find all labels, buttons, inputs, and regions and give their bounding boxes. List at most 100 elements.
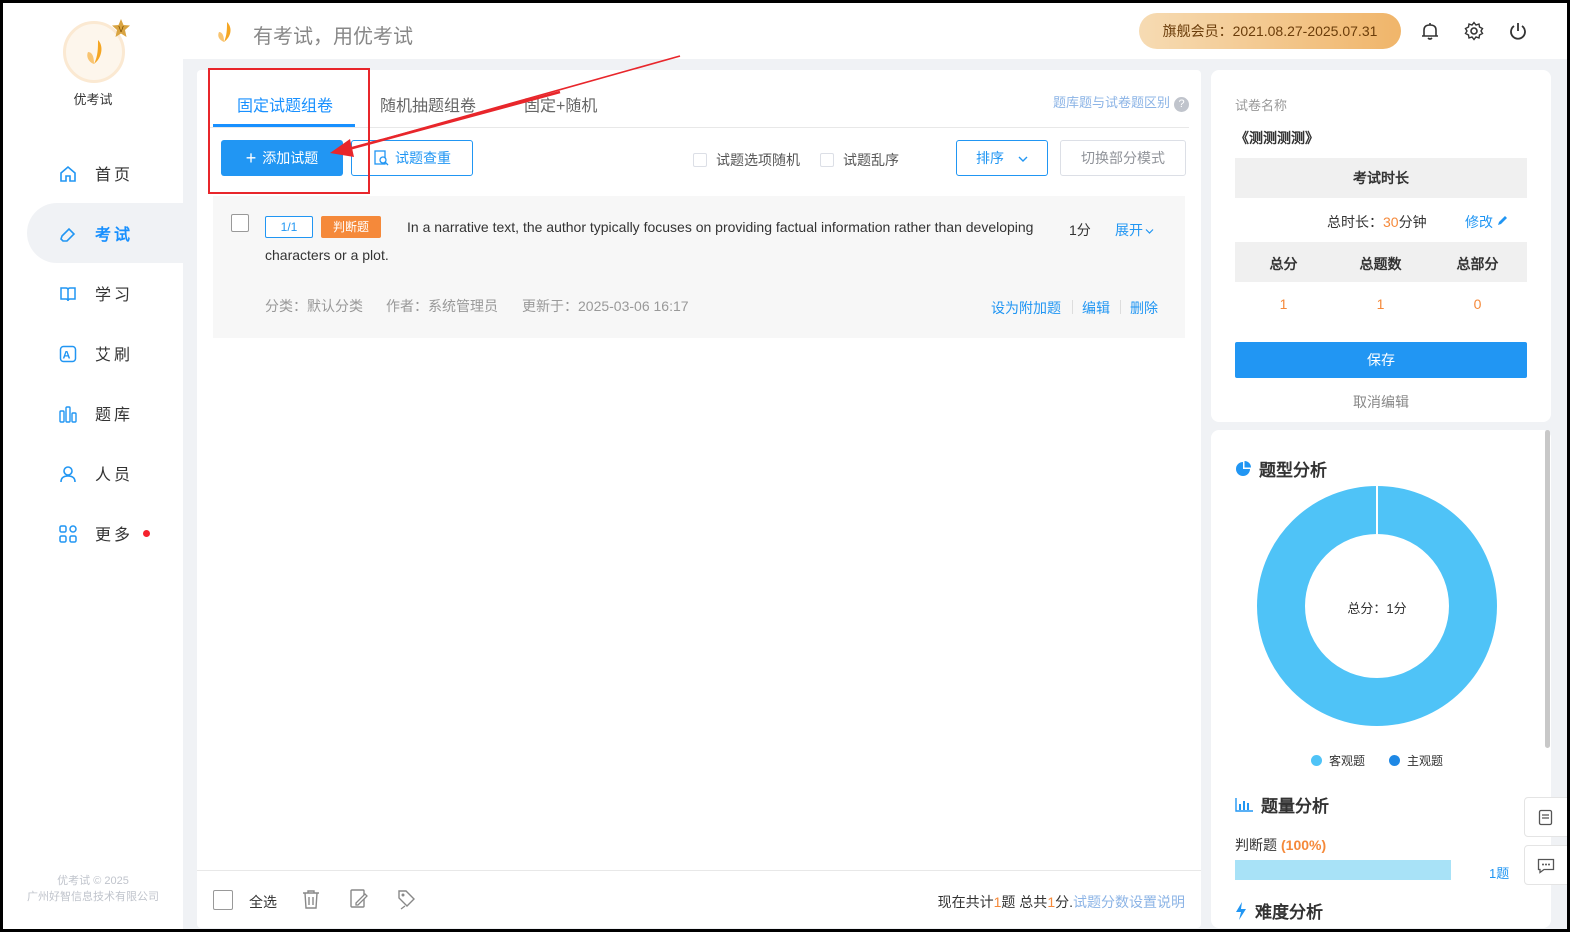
copyright-company: 广州好智信息技术有限公司 <box>27 891 159 903</box>
nav-label: 题库 <box>95 407 134 424</box>
save-button[interactable]: 保存 <box>1235 342 1527 378</box>
header-slogan: 有考试，用优考试 <box>253 26 413 48</box>
eraser-icon <box>60 227 76 242</box>
nav-label: 首页 <box>95 167 134 184</box>
notification-dot <box>143 529 151 537</box>
leaf-logo-icon <box>218 22 231 42</box>
select-all-label: 全选 <box>249 894 277 910</box>
question-author: 作者：系统管理员 <box>386 298 498 314</box>
checkbox[interactable] <box>820 153 834 167</box>
stat-label: 总题数 <box>1359 256 1402 272</box>
analysis-scrollbar[interactable] <box>1545 430 1550 748</box>
edit-document-icon[interactable] <box>348 888 370 910</box>
top-header: 有考试，用优考试 旗舰会员：2021.08.27-2025.07.31 <box>183 3 1567 59</box>
document-search-icon <box>374 150 389 166</box>
switch-part-mode-button[interactable]: 切换部分模式 <box>1060 140 1186 176</box>
legend-objective: 客观题 <box>1311 752 1365 769</box>
nav-item-home[interactable]: 首页 <box>3 143 183 203</box>
option-random-checkbox[interactable]: 试题选项随机 <box>693 150 800 170</box>
nav-label: 学习 <box>95 287 134 304</box>
pie-chart-icon <box>1236 460 1251 476</box>
legend-label: 客观题 <box>1329 754 1366 768</box>
duration-minutes: 30 <box>1383 214 1399 230</box>
paper-info-panel: 试卷名称 《测测测测》 考试时长 总时长：30分钟 修改 总分 总题数 总部分 … <box>1211 70 1551 422</box>
edit-duration-button[interactable]: 修改 <box>1465 212 1508 232</box>
summary-mid: 题 总共 <box>1001 894 1048 910</box>
nav-item-personnel[interactable]: 人员 <box>3 443 183 503</box>
edit-question-button[interactable]: 编辑 <box>1082 298 1110 318</box>
question-summary: 现在共计1题 总共1分.试题分数设置说明 <box>938 892 1185 912</box>
select-all-checkbox[interactable] <box>213 890 233 910</box>
nav-item-question-bank[interactable]: 题库 <box>3 383 183 443</box>
pencil-icon <box>1498 216 1507 225</box>
trash-icon[interactable] <box>300 888 322 910</box>
paper-name-label: 试卷名称 <box>1235 98 1288 113</box>
nav-item-exam[interactable]: 考试 <box>27 203 183 263</box>
sidebar: V 优考试 首页 考试 学习 A 艾刷 题库 人员 更多 优考试 © 2025 … <box>3 3 183 929</box>
svg-text:V: V <box>118 25 124 34</box>
gear-icon[interactable] <box>1464 21 1484 41</box>
main-panel: 固定试题组卷 随机抽题组卷 固定+随机 题库题与试卷题区别? + 添加试题 试题查… <box>197 70 1201 928</box>
membership-badge[interactable]: 旗舰会员：2021.08.27-2025.07.31 <box>1139 13 1401 49</box>
stat-label: 总部分 <box>1456 256 1499 272</box>
legend-subjective: 主观题 <box>1389 752 1443 769</box>
app-logo[interactable]: V <box>63 19 130 83</box>
divider <box>1072 300 1073 314</box>
cancel-edit-button[interactable]: 取消编辑 <box>1211 392 1551 412</box>
checkbox[interactable] <box>693 153 707 167</box>
legend-dot <box>1311 755 1322 766</box>
annotation-highlight-box <box>208 68 370 194</box>
donut-center-label: 总分：1分 <box>1347 601 1407 616</box>
chat-icon <box>1537 858 1555 874</box>
lightning-icon <box>1236 901 1246 920</box>
stat-label: 总分 <box>1269 256 1298 272</box>
judge-count: 1题 <box>1489 866 1510 881</box>
nav-item-more[interactable]: 更多 <box>3 503 183 563</box>
nav-item-study[interactable]: 学习 <box>3 263 183 323</box>
divider <box>1120 300 1121 314</box>
score-help-link[interactable]: 试题分数设置说明 <box>1073 894 1185 910</box>
delete-question-button[interactable]: 删除 <box>1130 298 1158 318</box>
expand-button[interactable]: 展开 <box>1115 220 1154 240</box>
set-additional-button[interactable]: 设为附加题 <box>991 298 1061 318</box>
question-type-badge: 判断题 <box>321 216 381 238</box>
question-category: 分类：默认分类 <box>265 298 363 314</box>
question-checkbox[interactable] <box>231 214 249 232</box>
book-icon <box>60 287 76 302</box>
duration-unit: 分钟 <box>1398 214 1427 230</box>
chart-bars-icon <box>59 406 77 423</box>
legend-label: 主观题 <box>1407 754 1444 768</box>
question-card: In a narrative text, the author typicall… <box>213 196 1185 338</box>
section-title-text: 难度分析 <box>1255 903 1323 922</box>
summary-prefix: 现在共计 <box>937 894 994 910</box>
tab-fixed-random[interactable]: 固定+随机 <box>524 92 597 116</box>
notes-float-button[interactable] <box>1524 797 1568 837</box>
duration-header: 考试时长 <box>1235 158 1527 198</box>
judge-count-bar <box>1235 860 1451 880</box>
vip-badge-icon: V <box>112 19 130 37</box>
question-updated: 更新于：2025-03-06 16:17 <box>522 298 689 314</box>
copyright: 优考试 © 2025 广州好智信息技术有限公司 <box>3 873 183 905</box>
chat-float-button[interactable] <box>1524 845 1568 885</box>
question-difference-help[interactable]: 题库题与试卷题区别? <box>1053 92 1189 112</box>
tab-random[interactable]: 随机抽题组卷 <box>380 92 476 116</box>
section-title-text: 题型分析 <box>1259 461 1327 480</box>
duration-label: 总时长： <box>1327 214 1383 230</box>
leaf-logo-icon <box>87 40 102 64</box>
bell-icon[interactable] <box>1420 21 1440 41</box>
question-shuffle-checkbox[interactable]: 试题乱序 <box>820 150 899 170</box>
sort-dropdown[interactable]: 排序 <box>956 140 1048 176</box>
home-icon <box>60 165 76 182</box>
duration-value: 总时长：30分钟 <box>1327 212 1427 232</box>
nav-item-aishua[interactable]: A 艾刷 <box>3 323 183 383</box>
power-icon[interactable] <box>1508 21 1528 41</box>
summary-score: 1 <box>1047 894 1056 910</box>
type-label: 判断题 <box>1235 837 1277 853</box>
difficulty-analysis-title: 难度分析 <box>1235 898 1323 923</box>
paper-name: 《测测测测》 <box>1235 130 1319 146</box>
check-duplicate-label: 试题查重 <box>395 150 451 166</box>
summary-suffix: 分. <box>1055 894 1073 910</box>
nav-label: 人员 <box>95 467 134 484</box>
apps-icon <box>59 525 77 543</box>
tag-icon[interactable] <box>395 888 417 910</box>
